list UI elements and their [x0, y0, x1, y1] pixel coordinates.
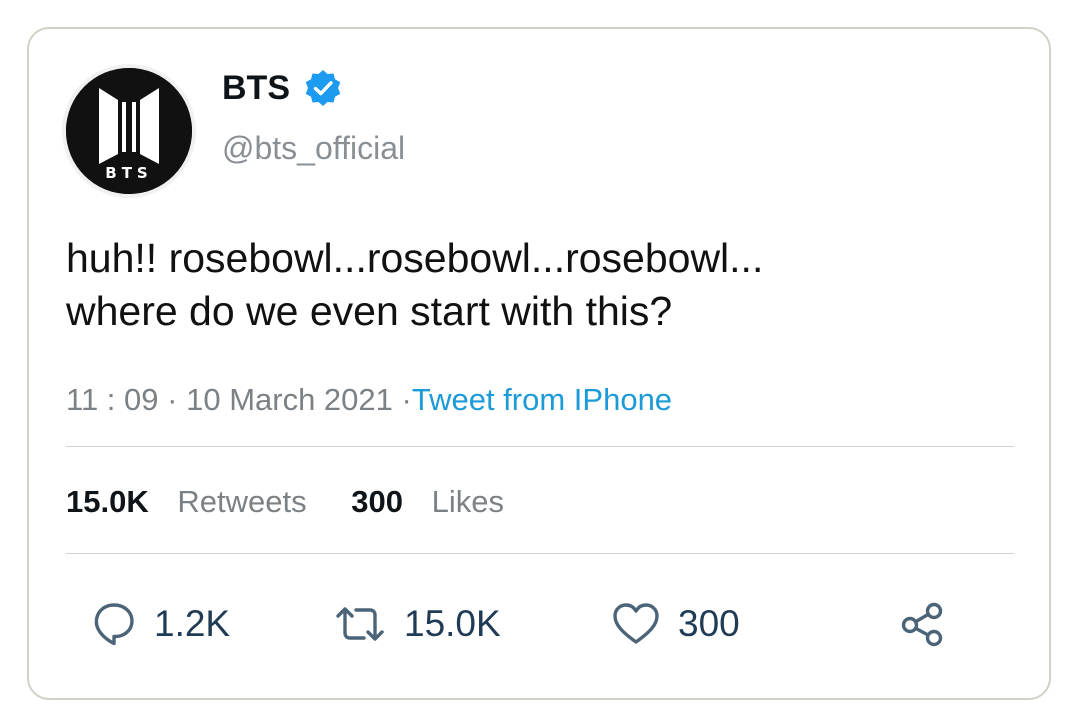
retweets-count[interactable]: 15.0K: [66, 484, 149, 519]
action-bar: 1.2K 15.0K 300: [0, 596, 1080, 652]
tweet-stats: 15.0K Retweets 300 Likes: [66, 482, 504, 522]
divider: [66, 446, 1014, 447]
tweet-text: huh!! rosebowl...rosebowl...rosebowl... …: [66, 232, 1006, 338]
svg-text:BTS: BTS: [105, 164, 152, 182]
divider: [66, 553, 1014, 554]
tweet-time[interactable]: 11 : 09: [66, 382, 159, 417]
reply-icon: [94, 603, 134, 646]
likes-label[interactable]: Likes: [432, 484, 504, 519]
retweet-count: 15.0K: [404, 603, 501, 644]
like-count: 300: [678, 603, 740, 644]
heart-icon: [613, 603, 659, 644]
reply-button[interactable]: 1.2K: [92, 596, 230, 652]
tweet-date[interactable]: 10 March 2021: [186, 382, 393, 417]
share-icon: [901, 602, 943, 647]
display-name-text: BTS: [222, 69, 290, 107]
tweet-text-line: where do we even start with this?: [66, 288, 673, 334]
display-name[interactable]: BTS: [222, 68, 342, 108]
tweet-meta: 11 : 09 · 10 March 2021 ·Tweet from IPho…: [66, 380, 672, 420]
retweet-icon: [336, 607, 384, 641]
bts-logo-icon: BTS: [66, 68, 192, 194]
meta-separator: ·: [167, 382, 178, 417]
likes-count[interactable]: 300: [351, 484, 403, 519]
retweets-label[interactable]: Retweets: [177, 484, 306, 519]
reply-count: 1.2K: [154, 603, 231, 644]
tweet-text-line: huh!! rosebowl...rosebowl...rosebowl...: [66, 235, 764, 281]
meta-separator: ·: [401, 382, 412, 417]
like-button[interactable]: 300: [612, 596, 740, 652]
user-handle[interactable]: @bts_official: [222, 128, 405, 168]
tweet-source-link[interactable]: Tweet from IPhone: [412, 382, 672, 417]
retweet-button[interactable]: 15.0K: [334, 596, 501, 652]
avatar[interactable]: BTS: [66, 68, 192, 194]
verified-badge-icon: [304, 69, 342, 107]
share-button[interactable]: [900, 596, 946, 652]
